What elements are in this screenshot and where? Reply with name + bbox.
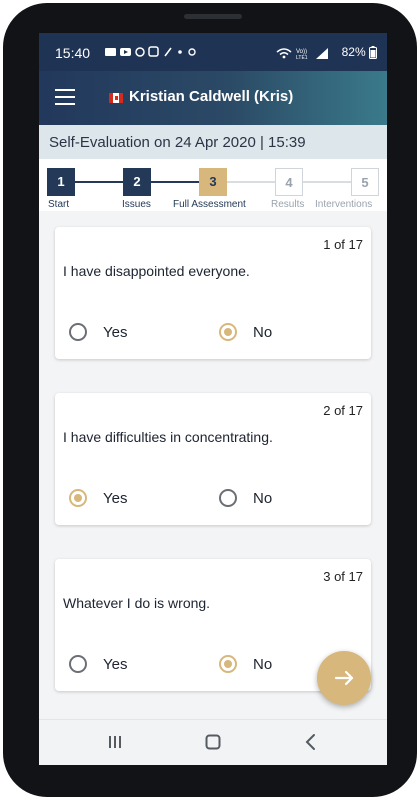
status-icons-svg xyxy=(105,46,196,57)
yes-label: Yes xyxy=(103,656,128,673)
app-bar: Kristian Caldwell (Kris) xyxy=(39,71,387,125)
step-connector xyxy=(303,181,351,183)
yes-label: Yes xyxy=(103,490,128,507)
status-bar: 15:40 Vo)) LTE1 82% xyxy=(39,33,387,71)
no-radio[interactable] xyxy=(219,655,237,673)
step-4-label: Results xyxy=(271,199,305,210)
arrow-right-icon xyxy=(334,670,354,686)
question-text: I have disappointed everyone. xyxy=(63,263,250,279)
battery-percent: 82% xyxy=(341,45,366,59)
app-bar-title: Kristian Caldwell (Kris) xyxy=(129,88,294,105)
yes-radio[interactable] xyxy=(69,489,87,507)
system-nav-bar xyxy=(39,719,387,765)
status-right: Vo)) LTE1 82% xyxy=(276,45,377,61)
step-1[interactable]: 1 xyxy=(47,168,75,196)
yes-radio[interactable] xyxy=(69,323,87,341)
phone-frame: 15:40 Vo)) LTE1 82% Kristian Caldwell (K… xyxy=(3,3,417,797)
yes-radio[interactable] xyxy=(69,655,87,673)
next-button[interactable] xyxy=(317,651,371,705)
no-label: No xyxy=(253,324,273,341)
yes-label: Yes xyxy=(103,324,128,341)
notification-icons xyxy=(105,45,201,62)
question-counter: 3 of 17 xyxy=(323,569,363,584)
step-1-label: Start xyxy=(48,199,70,210)
step-connector xyxy=(227,181,277,183)
no-radio[interactable] xyxy=(219,323,237,341)
question-text: Whatever I do is wrong. xyxy=(63,595,211,611)
progress-stepper: 1 2 3 4 5 Start Issues Full Assessment R… xyxy=(39,159,387,211)
recent-apps-icon[interactable] xyxy=(103,730,127,754)
question-card: 2 of 17 I have difficulties in concentra… xyxy=(55,393,371,525)
step-3-label: Full Assessment xyxy=(173,199,246,210)
evaluation-header: Self-Evaluation on 24 Apr 2020 | 15:39 xyxy=(39,125,387,159)
step-connector xyxy=(75,181,125,183)
question-text: I have difficulties in concentrating. xyxy=(63,429,273,445)
step-connector xyxy=(151,181,201,183)
battery-icon xyxy=(369,46,377,60)
no-radio[interactable] xyxy=(219,489,237,507)
wifi-signal-icons: Vo)) LTE1 xyxy=(276,47,329,61)
step-2[interactable]: 2 xyxy=(123,168,151,196)
no-label: No xyxy=(253,656,273,673)
svg-text:LTE1: LTE1 xyxy=(296,55,308,60)
evaluation-date-text: Self-Evaluation on 24 Apr 2020 | 15:39 xyxy=(49,134,306,151)
no-label: No xyxy=(253,490,273,507)
hamburger-menu-icon[interactable] xyxy=(55,89,75,105)
question-counter: 1 of 17 xyxy=(323,237,363,252)
step-5-label: Interventions xyxy=(315,199,373,210)
status-time: 15:40 xyxy=(55,45,91,61)
back-icon[interactable] xyxy=(299,730,323,754)
screen: 15:40 Vo)) LTE1 82% Kristian Caldwell (K… xyxy=(39,33,387,765)
home-icon[interactable] xyxy=(201,730,225,754)
speaker-grille xyxy=(184,14,242,19)
step-4[interactable]: 4 xyxy=(275,168,303,196)
step-5[interactable]: 5 xyxy=(351,168,379,196)
step-2-label: Issues xyxy=(122,199,151,210)
step-3[interactable]: 3 xyxy=(199,168,227,196)
question-counter: 2 of 17 xyxy=(323,403,363,418)
question-card: 1 of 17 I have disappointed everyone. Ye… xyxy=(55,227,371,359)
canada-flag-icon xyxy=(109,93,123,103)
